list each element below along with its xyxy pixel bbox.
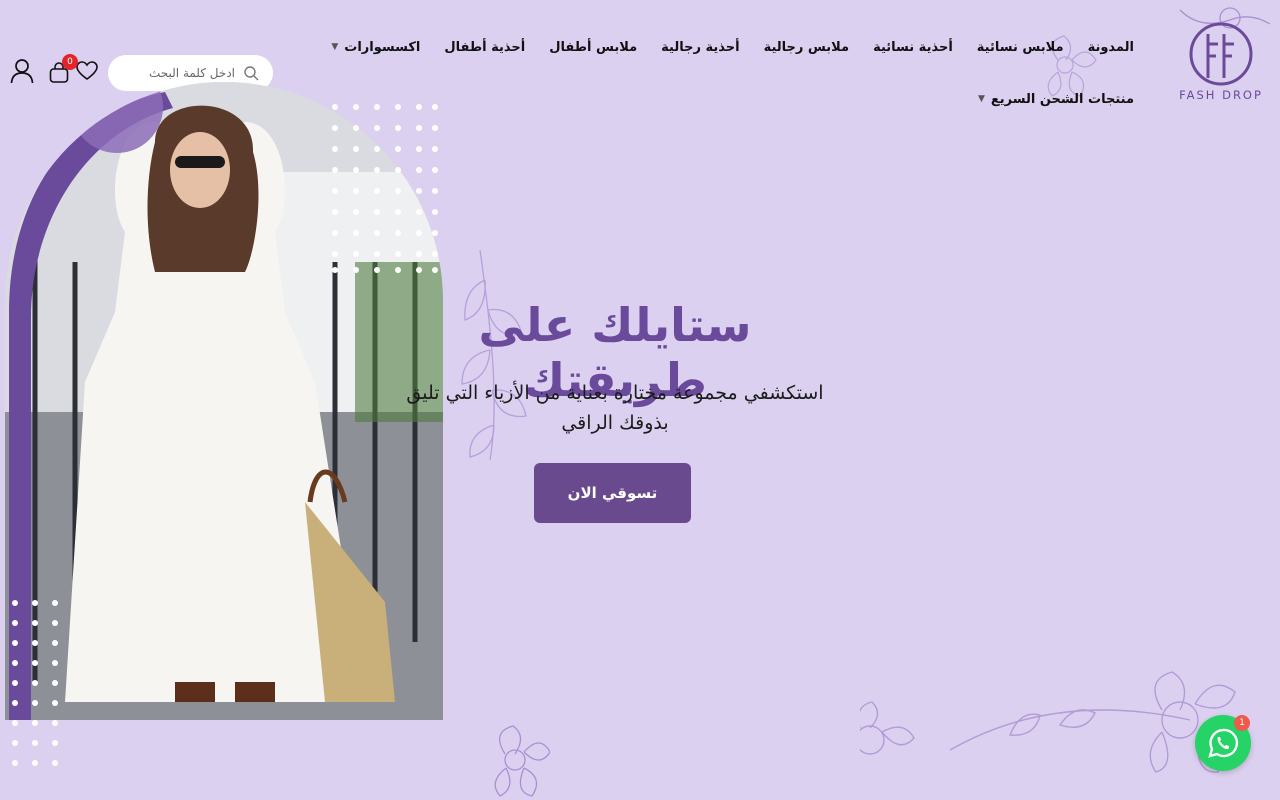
nav-item-mens-shoes[interactable]: أحذية رجالية <box>661 40 739 55</box>
nav-item-mens-clothing[interactable]: ملابس رجالية <box>764 40 850 55</box>
nav-row-secondary: منتجات الشحن السريع ▼ <box>374 86 1134 112</box>
chevron-down-icon: ▼ <box>331 42 339 52</box>
nav-item-fast-shipping[interactable]: منتجات الشحن السريع ▼ <box>978 92 1134 107</box>
search-icon[interactable] <box>243 65 259 81</box>
nav-item-label: أحذية نسائية <box>873 39 953 55</box>
nav-item-womens-shoes[interactable]: أحذية نسائية <box>873 40 953 55</box>
cart-count-badge: 0 <box>62 54 78 70</box>
chevron-down-icon: ▼ <box>978 94 985 104</box>
nav-item-kids-shoes[interactable]: أحذية أطفال <box>444 40 525 55</box>
whatsapp-icon <box>1208 728 1239 758</box>
brand-logo[interactable]: FASH DROP <box>1172 22 1270 114</box>
nav-item-label: اكسسوارات <box>344 39 421 55</box>
nav-item-label: منتجات الشحن السريع <box>990 91 1134 107</box>
nav-item-label: أحذية أطفال <box>444 39 526 55</box>
floral-decoration-icon <box>494 725 550 797</box>
hero-image <box>5 82 443 720</box>
nav-item-womens-clothing[interactable]: ملابس نسائية <box>977 40 1064 55</box>
nav-row-primary: المدونة ملابس نسائية أحذية نسائية ملابس … <box>331 34 1134 60</box>
hero-subtitle: استكشفي مجموعة مختارة بعناية من الأزياء … <box>406 382 824 434</box>
purple-arc-decoration-icon <box>9 82 173 720</box>
nav-item-label: ملابس أطفال <box>549 39 638 55</box>
nav-item-accessories[interactable]: اكسسوارات ▼ <box>331 40 420 55</box>
whatsapp-notification-badge: 1 <box>1234 715 1250 731</box>
main-navigation: المدونة ملابس نسائية أحذية نسائية ملابس … <box>331 34 1134 112</box>
nav-item-label: ملابس رجالية <box>763 39 850 55</box>
nav-item-label: ملابس نسائية <box>976 39 1064 55</box>
logo-text: FASH DROP <box>1179 88 1263 102</box>
nav-item-label: المدونة <box>1087 39 1134 55</box>
search-input[interactable] <box>122 66 235 80</box>
heart-icon <box>76 61 98 80</box>
logo-mark-icon <box>1189 22 1253 86</box>
user-icon <box>10 59 34 84</box>
shop-now-button[interactable]: تسوقي الان <box>534 463 691 523</box>
nav-item-blog[interactable]: المدونة <box>1088 40 1134 55</box>
nav-item-label: أحذية رجالية <box>661 39 740 55</box>
nav-item-kids-clothing[interactable]: ملابس أطفال <box>549 40 637 55</box>
